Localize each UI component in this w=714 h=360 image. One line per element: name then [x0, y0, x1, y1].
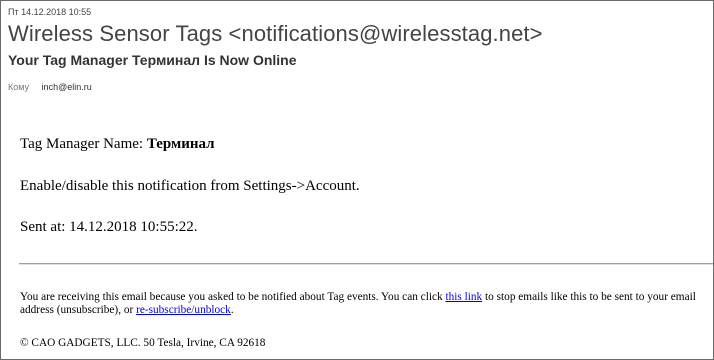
manager-name-value: Терминал [146, 136, 215, 152]
email-recipients: Кому inch@elin.ru [8, 82, 92, 92]
footer-notice: You are receiving this email because you… [20, 291, 700, 317]
stop-emails-link[interactable]: this link [445, 291, 482, 303]
email-sender[interactable]: Wireless Sensor Tags <notifications@wire… [8, 21, 543, 47]
copyright-line: © CAO GADGETS, LLC. 50 Tesla, Irvine, CA… [20, 337, 266, 349]
sent-at-line: Sent at: 14.12.2018 10:55:22. [20, 219, 198, 235]
footer-text-start: You are receiving this email because you… [20, 291, 446, 303]
to-address[interactable]: inch@elin.ru [42, 82, 92, 92]
footer-text-end: . [230, 304, 234, 316]
to-label: Кому [8, 82, 30, 92]
manager-name-label: Tag Manager Name: [20, 136, 147, 152]
email-subject: Your Tag Manager Терминал Is Now Online [8, 52, 297, 68]
settings-line: Enable/disable this notification from Se… [20, 178, 360, 194]
email-message-window: Пт 14.12.2018 10:55 Wireless Sensor Tags… [0, 0, 714, 360]
divider [19, 263, 713, 265]
email-date: Пт 14.12.2018 10:55 [8, 7, 92, 17]
manager-name-line: Tag Manager Name: Терминал [20, 136, 215, 153]
resubscribe-link[interactable]: re-subscribe/unblock [136, 304, 231, 316]
